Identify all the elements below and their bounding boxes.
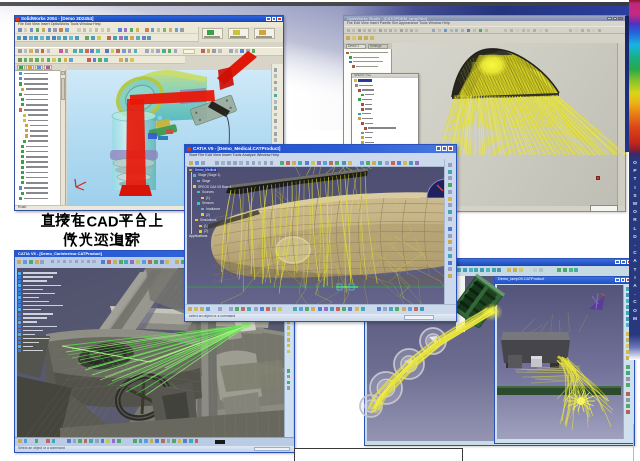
svg-text:CAD: CAD bbox=[87, 215, 119, 231]
